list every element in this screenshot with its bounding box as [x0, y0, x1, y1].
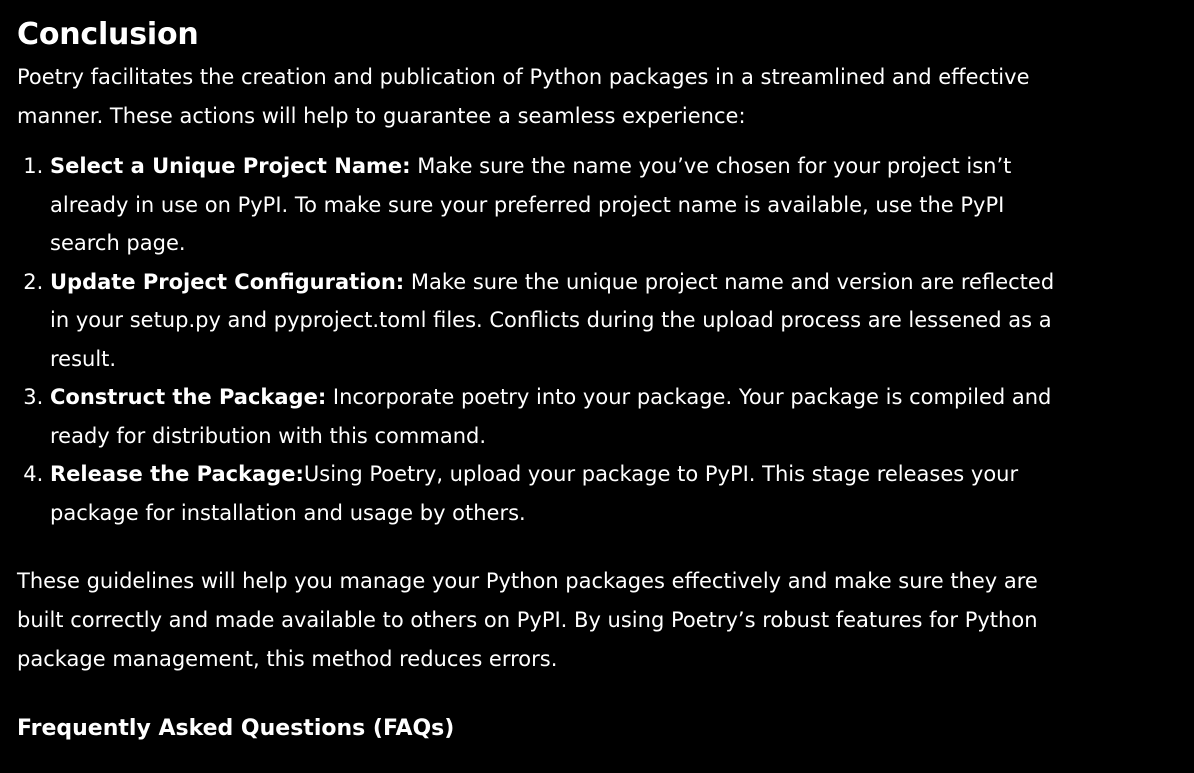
intro-paragraph: Poetry facilitates the creation and publ…	[17, 65, 1030, 128]
section-heading: Conclusion	[17, 17, 199, 52]
article-content: Conclusion Poetry facilitates the creati…	[0, 0, 1194, 773]
step-title: Release the Package:	[50, 462, 304, 486]
step-title: Construct the Package:	[50, 385, 327, 409]
step-title: Select a Unique Project Name:	[50, 154, 411, 178]
list-item: Update Project Configuration: Make sure …	[50, 263, 1060, 379]
steps-list: Select a Unique Project Name: Make sure …	[17, 147, 1060, 532]
list-item: Construct the Package: Incorporate poetr…	[50, 378, 1060, 455]
step-title: Update Project Configuration:	[50, 269, 405, 294]
closing-paragraph: These guidelines will help you manage yo…	[17, 569, 1038, 671]
faq-heading: Frequently Asked Questions (FAQs)	[17, 716, 455, 741]
list-item: Select a Unique Project Name: Make sure …	[50, 147, 1060, 263]
list-item: Release the Package:Using Poetry, upload…	[50, 455, 1060, 532]
